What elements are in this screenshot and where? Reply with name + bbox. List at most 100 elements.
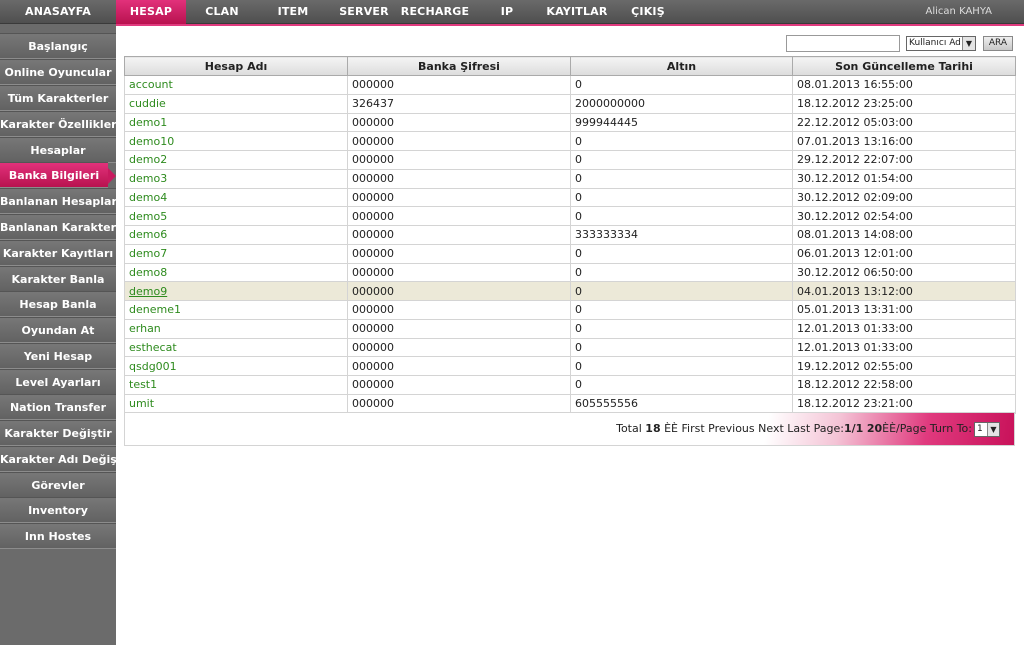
bank-password-cell: 000000 (347, 187, 571, 208)
account-name-link[interactable]: demo4 (124, 187, 348, 208)
active-indicator-arrow-icon (108, 168, 116, 184)
account-name-link[interactable]: demo7 (124, 243, 348, 264)
sidebar-item-yeni-hesap[interactable]: Yeni Hesap (0, 343, 116, 369)
pagination-bar: Total 18 ÈÈ First Previous Next Last Pag… (124, 412, 1015, 446)
account-name-link[interactable]: umit (124, 393, 348, 414)
account-name-link[interactable]: esthecat (124, 337, 348, 358)
header-divider (116, 24, 1024, 26)
sidebar-item-karakter-adi-degistir[interactable]: Karakter Adı Değiştir (0, 446, 116, 472)
gold-cell: 605555556 (570, 393, 793, 414)
pager-nav-text[interactable]: ÈÈ First Previous Next Last Page: (664, 422, 844, 435)
column-header-bank-password[interactable]: Banka Şifresi (347, 56, 571, 76)
bank-password-cell: 326437 (347, 93, 571, 114)
table-row: demo10 000000 0 07.01.2013 13:16:00 (124, 131, 1016, 151)
column-header-account[interactable]: Hesap Adı (124, 56, 348, 76)
search-input[interactable] (786, 35, 900, 52)
bank-password-cell: 000000 (347, 337, 571, 358)
sidebar-item-hesaplar[interactable]: Hesaplar (0, 137, 116, 163)
sidebar-item-karakter-banla[interactable]: Karakter Banla (0, 266, 116, 292)
sidebar-item-banlanan-hesaplar[interactable]: Banlanan Hesaplar (0, 188, 116, 214)
nav-server[interactable]: SERVER (336, 0, 392, 24)
account-name-link[interactable]: qsdg001 (124, 356, 348, 376)
last-update-cell: 30.12.2012 02:54:00 (792, 206, 1016, 226)
account-name-link[interactable]: erhan (124, 318, 348, 339)
gold-cell: 0 (570, 337, 793, 358)
bank-info-table: Hesap Adı Banka Şifresi Altın Son Güncel… (124, 56, 1016, 414)
account-name-link[interactable]: demo1 (124, 112, 348, 133)
bank-password-cell: 000000 (347, 393, 571, 414)
account-name-link[interactable]: demo10 (124, 131, 348, 151)
sidebar-item-karakter-degistir[interactable]: Karakter Değiştir (0, 420, 116, 446)
gold-cell: 0 (570, 75, 793, 95)
sidebar-item-hesap-banla[interactable]: Hesap Banla (0, 291, 116, 317)
table-header-row: Hesap Adı Banka Şifresi Altın Son Güncel… (124, 56, 1016, 76)
chevron-down-icon[interactable]: ▼ (962, 37, 975, 50)
sidebar-item-gorevler[interactable]: Görevler (0, 472, 116, 498)
table-row: demo7 000000 0 06.01.2013 12:01:00 (124, 243, 1016, 264)
nav-ip[interactable]: IP (490, 0, 524, 24)
column-header-gold[interactable]: Altın (570, 56, 793, 76)
pagination-text: Total 18 ÈÈ First Previous Next Last Pag… (616, 422, 972, 435)
total-label: Total (616, 422, 642, 435)
gold-cell: 0 (570, 187, 793, 208)
account-name-link[interactable]: demo3 (124, 168, 348, 189)
sidebar-item-inventory[interactable]: Inventory (0, 497, 116, 523)
last-update-cell: 30.12.2012 01:54:00 (792, 168, 1016, 189)
last-update-cell: 30.12.2012 02:09:00 (792, 187, 1016, 208)
account-name-link[interactable]: demo2 (124, 150, 348, 170)
gold-cell: 333333334 (570, 225, 793, 245)
bank-password-cell: 000000 (347, 262, 571, 283)
sidebar-item-banlanan-karakterler[interactable]: Banlanan Karakterler (0, 214, 116, 240)
gold-cell: 2000000000 (570, 93, 793, 114)
sidebar-item-online-oyuncular[interactable]: Online Oyuncular (0, 59, 116, 85)
last-update-cell: 18.12.2012 23:25:00 (792, 93, 1016, 114)
search-field-select[interactable]: Kullanıcı Ad ▼ (906, 36, 976, 51)
sidebar-item-level-ayarlari[interactable]: Level Ayarları (0, 369, 116, 395)
turn-to-label: ÈÈ/Page Turn To: (882, 422, 972, 435)
sidebar-item-karakter-ozellikleri[interactable]: Karakter Özellikleri (0, 111, 116, 137)
account-name-link[interactable]: account (124, 75, 348, 95)
nav-recharge[interactable]: RECHARGE (400, 0, 470, 24)
gold-cell: 0 (570, 318, 793, 339)
table-row: erhan 000000 0 12.01.2013 01:33:00 (124, 318, 1016, 339)
page-indicator: 1/1 (844, 422, 864, 435)
page-turn-select[interactable]: 1 ▼ (974, 422, 1000, 437)
sidebar-item-banka-bilgileri[interactable]: Banka Bilgileri (0, 162, 108, 188)
column-header-last-update[interactable]: Son Güncelleme Tarihi (792, 56, 1016, 76)
sidebar-item-nation-transfer[interactable]: Nation Transfer (0, 394, 116, 420)
table-row: demo9 000000 0 04.01.2013 13:12:00 (124, 281, 1016, 301)
bank-password-cell: 000000 (347, 318, 571, 339)
sidebar-item-oyundan-at[interactable]: Oyundan At (0, 317, 116, 343)
search-button[interactable]: ARA (983, 36, 1013, 51)
nav-kayitlar[interactable]: KAYITLAR (544, 0, 610, 24)
gold-cell: 0 (570, 300, 793, 320)
bank-password-cell: 000000 (347, 206, 571, 226)
account-name-link[interactable]: deneme1 (124, 300, 348, 320)
last-update-cell: 05.01.2013 13:31:00 (792, 300, 1016, 320)
table-row: demo3 000000 0 30.12.2012 01:54:00 (124, 168, 1016, 189)
nav-item[interactable]: ITEM (268, 0, 318, 24)
sidebar-item-baslangic[interactable]: Başlangıç (0, 33, 116, 59)
bank-password-cell: 000000 (347, 112, 571, 133)
last-update-cell: 18.12.2012 23:21:00 (792, 393, 1016, 414)
account-name-link[interactable]: demo8 (124, 262, 348, 283)
sidebar-item-tum-karakterler[interactable]: Tüm Karakterler (0, 85, 116, 111)
nav-cikis[interactable]: ÇIKIŞ (626, 0, 670, 24)
account-name-link[interactable]: cuddie (124, 93, 348, 114)
last-update-cell: 22.12.2012 05:03:00 (792, 112, 1016, 133)
sidebar-item-karakter-kayitlari[interactable]: Karakter Kayıtları (0, 240, 116, 266)
account-name-link[interactable]: demo9 (124, 281, 348, 301)
bank-password-cell: 000000 (347, 225, 571, 245)
sidebar-item-inn-hostes[interactable]: Inn Hostes (0, 523, 116, 549)
account-name-link[interactable]: test1 (124, 375, 348, 395)
nav-hesap[interactable]: HESAP (116, 0, 186, 24)
last-update-cell: 06.01.2013 12:01:00 (792, 243, 1016, 264)
chevron-down-icon[interactable]: ▼ (987, 423, 999, 436)
account-name-link[interactable]: demo5 (124, 206, 348, 226)
top-navigation: ANASAYFA HESAP CLAN ITEM SERVER RECHARGE… (0, 0, 1024, 24)
nav-anasayfa[interactable]: ANASAYFA (0, 0, 116, 24)
last-update-cell: 18.12.2012 22:58:00 (792, 375, 1016, 395)
account-name-link[interactable]: demo6 (124, 225, 348, 245)
last-update-cell: 04.01.2013 13:12:00 (792, 281, 1016, 301)
nav-clan[interactable]: CLAN (196, 0, 248, 24)
